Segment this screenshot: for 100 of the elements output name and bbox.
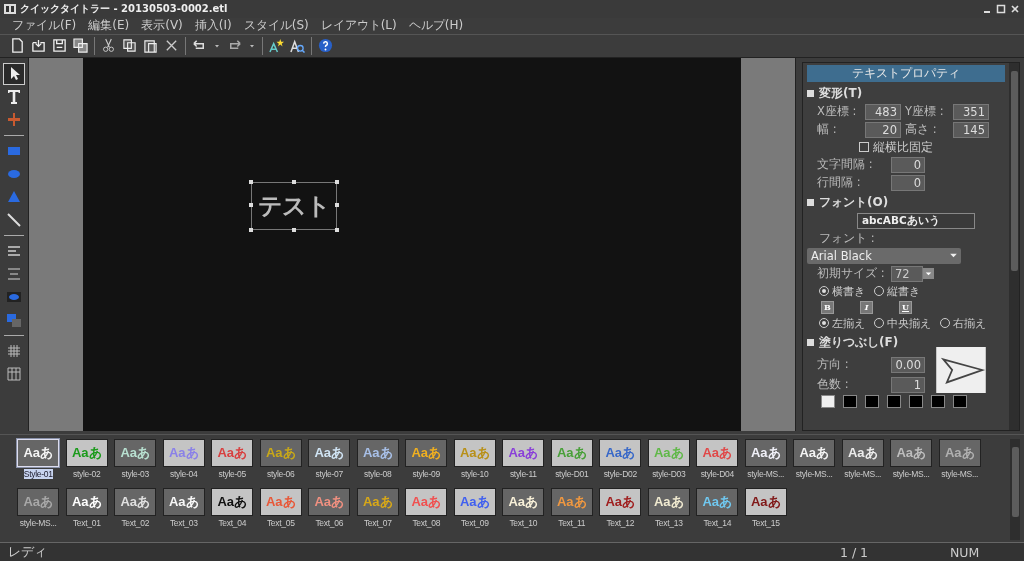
color-swatch[interactable] — [909, 394, 923, 408]
style-label: style-11 — [509, 469, 537, 480]
scrollbar[interactable] — [1010, 439, 1020, 541]
color-swatch[interactable] — [865, 394, 879, 408]
style-preview[interactable]: Aaあ — [308, 439, 351, 468]
app-icon — [4, 4, 16, 14]
style-preview[interactable]: Aaあ — [453, 488, 496, 517]
color-swatch[interactable] — [953, 394, 967, 408]
style-preview[interactable]: Aaあ — [211, 439, 254, 468]
style-preview[interactable]: Aaあ — [550, 488, 593, 517]
new-file-icon[interactable] — [10, 38, 25, 54]
help-icon[interactable] — [318, 38, 333, 54]
number-field[interactable]: 20 — [865, 121, 901, 138]
number-field[interactable]: 145 — [953, 121, 989, 138]
style-icon[interactable] — [269, 38, 284, 54]
style-label: Text_07 — [363, 518, 392, 529]
style-label: style-10 — [461, 469, 489, 480]
arrow-pointer-icon[interactable] — [4, 63, 24, 84]
format-button[interactable]: B — [821, 300, 834, 314]
menu-item[interactable]: ヘルプ(H) — [408, 17, 464, 35]
menu-item[interactable]: 表示(V) — [141, 17, 183, 35]
style-preview[interactable]: Aaあ — [793, 439, 836, 468]
style-preview[interactable]: Aaあ — [65, 488, 108, 517]
style-label: Text_03 — [169, 518, 198, 529]
style-preview[interactable]: Aaあ — [696, 488, 739, 517]
style-preview[interactable]: Aaあ — [356, 488, 399, 517]
style-label: style-06 — [267, 469, 295, 480]
style-preview[interactable]: Aaあ — [841, 439, 884, 468]
number-field[interactable]: 351 — [953, 103, 989, 120]
style-preview[interactable]: Aaあ — [211, 488, 254, 517]
style-label: Text_05 — [266, 518, 295, 529]
style-preview[interactable]: Aaあ — [356, 439, 399, 468]
number-field[interactable]: 1 — [891, 376, 925, 393]
dropdown-button-icon[interactable] — [923, 268, 934, 280]
field-label: 初期サイズ : — [816, 266, 886, 282]
number-field[interactable]: 0.00 — [891, 356, 925, 373]
copy-icon[interactable] — [122, 38, 137, 54]
collapse-icon[interactable] — [807, 338, 814, 346]
font-preview: abcABCあいう — [857, 212, 975, 229]
save-icon[interactable] — [52, 38, 67, 54]
style-label: Text_01 — [72, 518, 101, 529]
number-field[interactable]: 483 — [865, 103, 901, 120]
style-preview[interactable]: Aaあ — [114, 439, 157, 468]
color-swatch[interactable] — [843, 394, 857, 408]
style-preview[interactable]: Aaあ — [599, 439, 642, 468]
number-field[interactable]: 0 — [891, 156, 925, 173]
style-preview[interactable]: Aaあ — [17, 488, 60, 517]
style-preview[interactable]: Aaあ — [599, 488, 642, 517]
scissors-icon[interactable] — [101, 38, 116, 54]
style-label: style-MS... — [941, 469, 979, 480]
style-label: Text_14 — [703, 518, 732, 529]
size-combobox[interactable]: 72 — [891, 265, 923, 282]
style-label: style-03 — [121, 469, 149, 480]
section-heading[interactable]: フォント(O) — [819, 193, 889, 211]
style-preview[interactable]: Aaあ — [938, 439, 981, 468]
style-label: style-02 — [73, 469, 101, 480]
style-label: Style-01 — [23, 469, 53, 480]
menu-item[interactable]: 編集(E) — [88, 17, 130, 35]
color-swatch[interactable] — [887, 394, 901, 408]
menu-item[interactable]: ファイル(F) — [12, 17, 77, 35]
num-lock-indicator: NUM — [950, 544, 980, 560]
style-label: style-MS... — [19, 518, 57, 529]
style-preview[interactable]: Aaあ — [744, 488, 787, 517]
section-heading[interactable]: 塗りつぶし(F) — [819, 333, 899, 351]
menu-item[interactable]: スタイル(S) — [243, 17, 309, 35]
style-preview[interactable]: Aaあ — [890, 439, 933, 468]
style-preview[interactable]: Aaあ — [647, 488, 690, 517]
collapse-icon[interactable] — [807, 89, 814, 97]
scrollbar[interactable] — [1009, 62, 1019, 431]
color-swatch[interactable] — [931, 394, 945, 408]
number-field[interactable]: 0 — [891, 174, 925, 191]
maximize-icon[interactable] — [996, 4, 1006, 14]
field-label: 行間隔 : — [816, 175, 862, 191]
save-all-icon[interactable] — [73, 38, 88, 54]
format-button[interactable]: U — [899, 300, 912, 314]
color-swatch[interactable] — [821, 394, 835, 408]
style-label: Text_11 — [558, 518, 586, 529]
font-icon[interactable] — [290, 38, 305, 54]
style-label: Text_13 — [654, 518, 683, 529]
style-preview[interactable]: Aaあ — [308, 488, 351, 517]
style-preview[interactable]: Aaあ — [17, 439, 60, 468]
style-preview[interactable]: Aaあ — [114, 488, 157, 517]
font-dropdown[interactable]: Arial Black — [807, 247, 961, 264]
style-preview[interactable]: Aaあ — [162, 488, 205, 517]
collapse-icon[interactable] — [807, 198, 814, 206]
format-button[interactable]: I — [860, 300, 873, 314]
section-heading[interactable]: 変形(T) — [819, 84, 863, 102]
style-preview[interactable]: Aaあ — [502, 439, 545, 468]
checkbox[interactable] — [859, 142, 869, 153]
style-label: style-MS... — [892, 469, 930, 480]
style-label: style-09 — [412, 469, 440, 480]
open-icon[interactable] — [31, 38, 46, 54]
style-preview[interactable]: Aaあ — [259, 439, 302, 468]
style-preview[interactable]: Aaあ — [744, 439, 787, 468]
menu-item[interactable]: レイアウト(L) — [320, 17, 397, 35]
menu-item[interactable]: 挿入(I) — [194, 17, 232, 35]
close-icon[interactable] — [1010, 4, 1020, 14]
style-preview[interactable]: Aaあ — [405, 439, 448, 468]
style-preview[interactable]: Aaあ — [502, 488, 545, 517]
paste-icon[interactable] — [143, 38, 158, 54]
